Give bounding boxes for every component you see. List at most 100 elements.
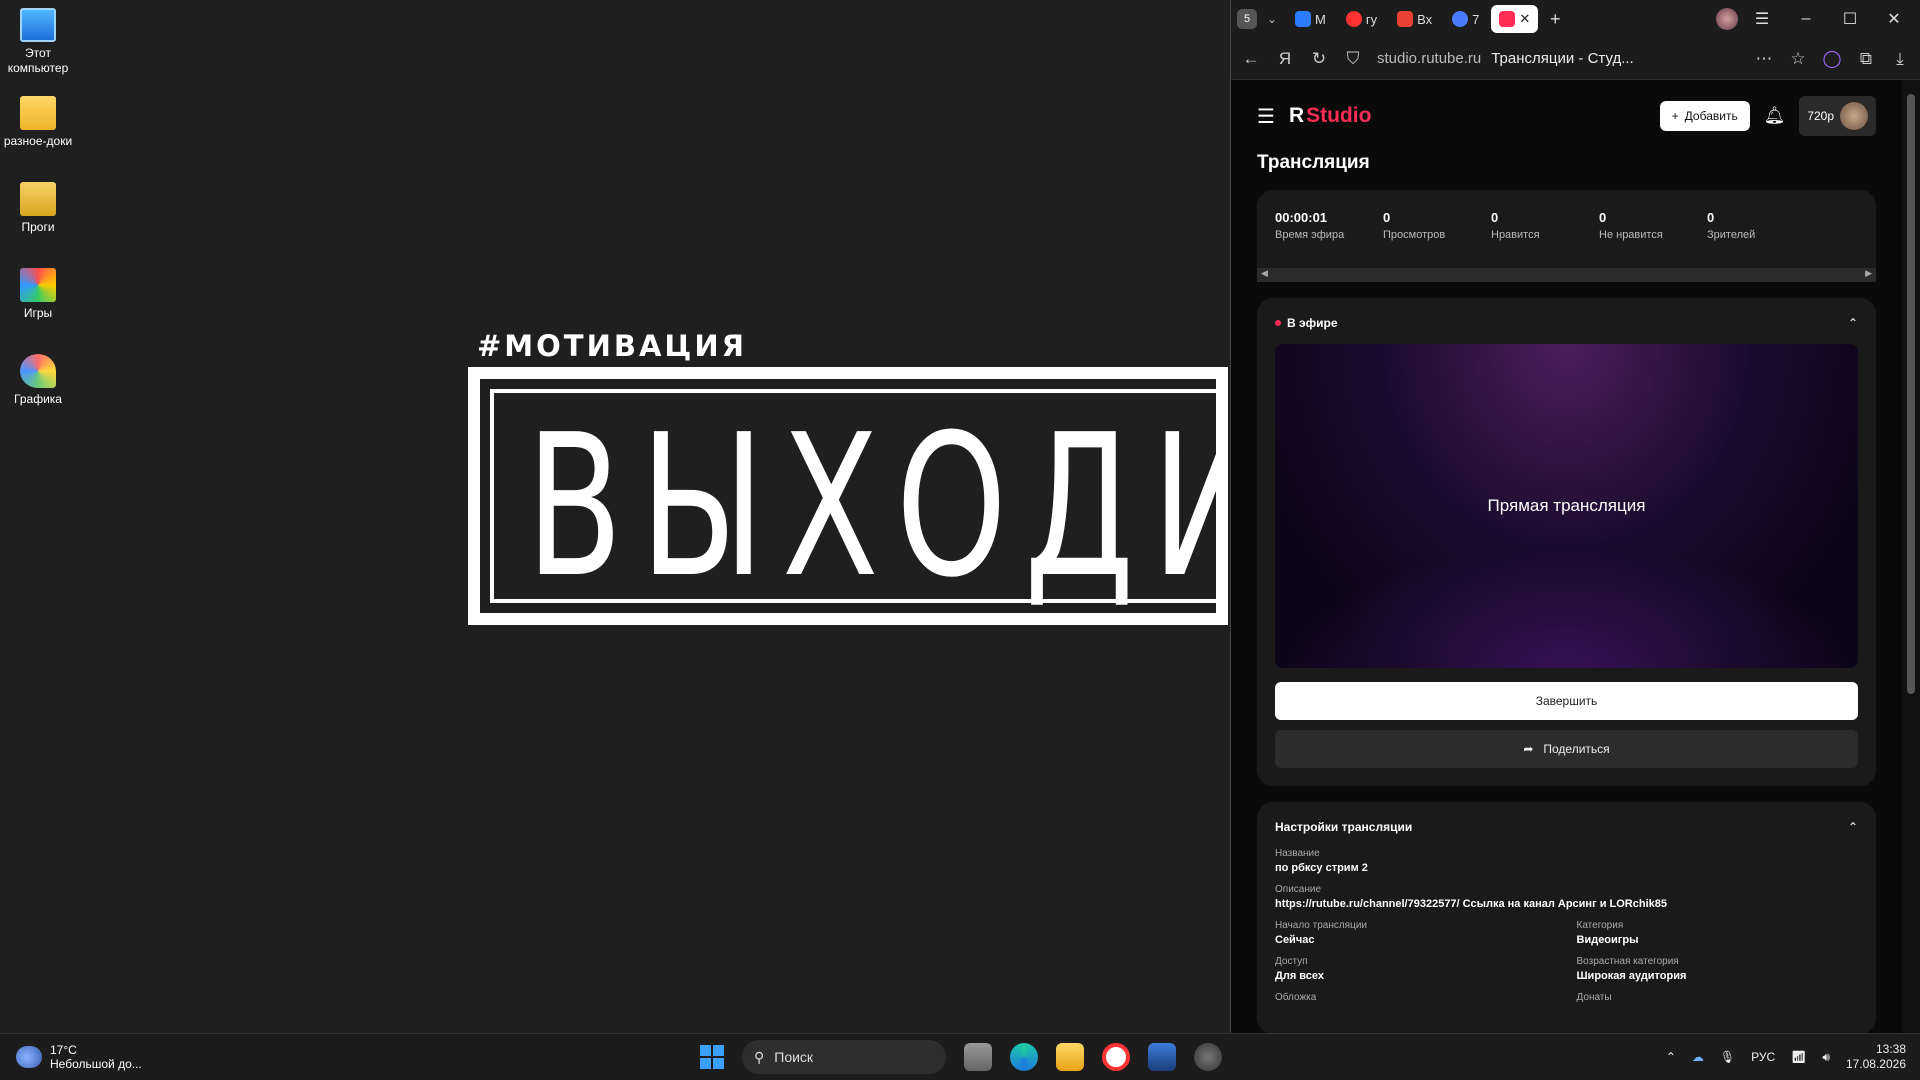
add-button[interactable]: + Добавить xyxy=(1659,101,1750,131)
stat-viewers: 0 Зрителей xyxy=(1707,210,1815,264)
weather-temp: 17°C xyxy=(50,1043,77,1057)
language-indicator[interactable]: РУС xyxy=(1751,1050,1775,1064)
weather-icon xyxy=(16,1046,42,1068)
browser-window: 5 ⌄ М гу Вх 7 ✕ + ☰ – ☐ ✕ ← Я ↻ ⛉ studio… xyxy=(1230,0,1920,1033)
field-value: Видеоигры xyxy=(1576,934,1639,946)
close-window-button[interactable]: ✕ xyxy=(1874,9,1914,29)
desktop-icon-label: Этот компьютер xyxy=(7,46,69,75)
desktop-icon-computer[interactable]: Этот компьютер xyxy=(0,8,76,76)
scrollbar-thumb[interactable] xyxy=(1907,94,1915,694)
taskbar-search[interactable]: ⚲ Поиск xyxy=(742,1040,946,1074)
live-dot-icon xyxy=(1275,320,1281,326)
tab-2[interactable]: гу xyxy=(1338,5,1385,33)
tab-active-rutube[interactable]: ✕ xyxy=(1491,5,1539,33)
quality-badge[interactable]: 720p xyxy=(1799,96,1876,136)
desktop-icon-label: Игры xyxy=(23,306,53,320)
wallpaper-word: ВЫХОДИ З xyxy=(526,393,1228,621)
settings-grid: Название по рбксу стрим 2 Описание https:/… xyxy=(1275,848,1858,1016)
field-label: Название xyxy=(1275,848,1320,859)
desktop-icon-graphics[interactable]: Графика xyxy=(0,354,76,407)
field-label: Обложка xyxy=(1275,992,1317,1003)
field-label: Возрастная категория xyxy=(1576,956,1679,967)
tab-count-badge[interactable]: 5 xyxy=(1237,9,1257,29)
onedrive-icon[interactable]: ☁ xyxy=(1692,1050,1704,1064)
taskbar: 17°C Небольшой до... ⚲ Поиск ⌃ ☁ 🎙︎ РУС … xyxy=(0,1033,1920,1080)
stat-likes: 0 Нравится xyxy=(1491,210,1599,264)
desktop-icon-games[interactable]: Игры xyxy=(0,268,76,321)
wallpaper-frame: ВЫХОДИ З xyxy=(468,367,1228,625)
weather-desc: Небольшой до... xyxy=(50,1057,142,1071)
task-view-icon[interactable] xyxy=(964,1043,992,1071)
microphone-icon[interactable]: 🎙︎ xyxy=(1720,1050,1735,1064)
page-scrollbar[interactable] xyxy=(1902,80,1920,1033)
horizontal-scrollbar[interactable] xyxy=(1257,268,1876,282)
live-header[interactable]: В эфире ⌃ xyxy=(1275,316,1858,330)
edge-icon[interactable] xyxy=(1010,1043,1038,1071)
app-icon[interactable] xyxy=(1148,1043,1176,1071)
wallpaper-tag: #МОТИВАЦИЯ xyxy=(477,329,747,363)
desktop-icon-label: Проги xyxy=(21,220,55,234)
yandex-browser-icon[interactable] xyxy=(1102,1043,1130,1071)
desktop-icon-docs[interactable]: разное-доки xyxy=(0,96,76,149)
hamburger-icon[interactable]: ☰ xyxy=(1257,104,1275,129)
logo-studio: Studio xyxy=(1306,104,1372,127)
chevron-up-icon[interactable]: ⌃ xyxy=(1848,316,1858,330)
tab-favicon xyxy=(1295,11,1311,27)
tab-1[interactable]: М xyxy=(1287,5,1334,33)
profile-avatar[interactable] xyxy=(1716,8,1738,30)
more-icon[interactable]: ⋯ xyxy=(1754,49,1774,69)
app-icon[interactable] xyxy=(1194,1043,1222,1071)
end-stream-button[interactable]: Завершить xyxy=(1275,682,1858,720)
field-value: https://rutube.ru/channel/79322577/ Ссыл… xyxy=(1275,898,1667,910)
download-icon[interactable]: ⤓ xyxy=(1890,49,1910,69)
live-status: В эфире xyxy=(1287,316,1338,330)
stat-airtime: 00:00:01 Время эфира xyxy=(1275,210,1383,264)
chevron-up-icon[interactable]: ⌃ xyxy=(1666,1050,1676,1064)
settings-card: Настройки трансляции ⌃ Название по рбксу … xyxy=(1257,802,1876,1033)
back-icon[interactable]: ← xyxy=(1241,49,1261,69)
field-value: Для всех xyxy=(1275,970,1324,982)
volume-icon[interactable]: 🔊︎ xyxy=(1822,1050,1830,1065)
url-field[interactable]: studio.rutube.ru Трансляции - Студ... xyxy=(1377,50,1740,67)
tab-4[interactable]: 7 xyxy=(1444,5,1487,33)
maximize-button[interactable]: ☐ xyxy=(1830,9,1870,29)
chevron-up-icon[interactable]: ⌃ xyxy=(1848,820,1858,834)
bell-icon[interactable]: 🔔︎ xyxy=(1764,106,1786,126)
shield-icon[interactable]: ⛉ xyxy=(1343,49,1363,69)
minimize-button[interactable]: – xyxy=(1786,10,1826,28)
stats-row: 00:00:01 Время эфира 0 Просмотров 0 Нравитс… xyxy=(1257,194,1876,282)
field-label: Донаты xyxy=(1576,992,1612,1003)
new-tab-button[interactable]: + xyxy=(1542,9,1568,30)
player-text: Прямая трансляция xyxy=(1487,496,1646,515)
avatar[interactable] xyxy=(1840,102,1868,130)
file-explorer-icon[interactable] xyxy=(1056,1043,1084,1071)
video-player[interactable]: Прямая трансляция xyxy=(1275,344,1858,668)
desktop-icon-progs[interactable]: Проги xyxy=(0,182,76,235)
weather-widget[interactable]: 17°C Небольшой до... xyxy=(16,1043,142,1071)
quality-label: 720p xyxy=(1807,109,1834,123)
studio-logo[interactable]: R Studio xyxy=(1289,104,1372,128)
close-icon[interactable]: ✕ xyxy=(1519,11,1530,27)
wifi-icon[interactable]: 📶︎ xyxy=(1791,1050,1806,1064)
extensions-icon[interactable]: ⧉ xyxy=(1856,49,1876,69)
stat-value: 0 xyxy=(1491,210,1499,225)
settings-header[interactable]: Настройки трансляции ⌃ xyxy=(1275,820,1858,834)
folder-icon xyxy=(20,96,56,130)
field-age: Возрастная категория Широкая аудитория xyxy=(1577,956,1859,982)
reload-icon[interactable]: ↻ xyxy=(1309,49,1329,69)
clock[interactable]: 13:38 17.08.2026 xyxy=(1846,1042,1906,1072)
share-button[interactable]: ➦ Поделиться xyxy=(1275,730,1858,768)
field-donations: Донаты xyxy=(1577,992,1859,1006)
alice-icon[interactable]: ◯ xyxy=(1822,49,1842,69)
windows-start-icon[interactable] xyxy=(700,1045,724,1069)
stat-value: 0 xyxy=(1383,210,1391,225)
bookmark-icon[interactable]: ☆ xyxy=(1788,49,1808,69)
menu-icon[interactable]: ☰ xyxy=(1742,9,1782,29)
field-access: Доступ Для всех xyxy=(1275,956,1557,982)
tab-3[interactable]: Вх xyxy=(1389,5,1440,33)
desktop-icon-label: Графика xyxy=(14,392,62,406)
yandex-icon[interactable]: Я xyxy=(1275,49,1295,69)
rutube-icon xyxy=(1499,11,1516,27)
add-button-label: Добавить xyxy=(1684,109,1738,123)
chevron-down-icon[interactable]: ⌄ xyxy=(1261,12,1283,26)
